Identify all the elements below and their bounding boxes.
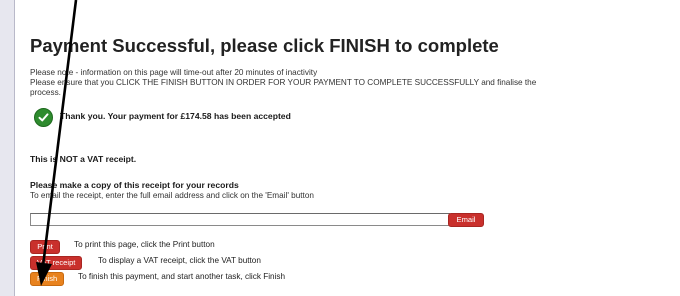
finish-description: To finish this payment, and start anothe… (78, 272, 286, 281)
vat-note: This is NOT a VAT receipt. (30, 154, 137, 164)
vat-description: To display a VAT receipt, click the VAT … (98, 256, 261, 265)
payment-confirmation: Thank you. Your payment for £174.58 has … (30, 108, 590, 127)
finish-button[interactable]: Finish (30, 272, 65, 286)
email-input[interactable] (30, 213, 450, 226)
payment-content: Payment Successful, please click FINISH … (30, 0, 670, 296)
notice-line: process. (30, 88, 61, 97)
print-description: To print this page, click the Print butt… (74, 240, 215, 249)
receipt-copy-heading: Please make a copy of this receipt for y… (30, 180, 239, 190)
email-instructions: To email the receipt, enter the full ema… (30, 191, 314, 200)
email-button[interactable]: Email (448, 213, 484, 227)
confirmation-message: Thank you. Your payment for £174.58 has … (60, 111, 291, 121)
timeout-notice: Please note - information on this page w… (30, 68, 660, 98)
notice-line: Please note - information on this page w… (30, 68, 318, 77)
check-icon (34, 108, 53, 127)
print-button[interactable]: Print (30, 240, 60, 254)
vat-receipt-button[interactable]: VAT receipt (30, 256, 83, 270)
left-panel-strip (0, 0, 14, 296)
left-panel-border (14, 0, 15, 296)
notice-line: Please ensure that you CLICK THE FINISH … (30, 78, 537, 87)
page-title: Payment Successful, please click FINISH … (30, 35, 499, 56)
